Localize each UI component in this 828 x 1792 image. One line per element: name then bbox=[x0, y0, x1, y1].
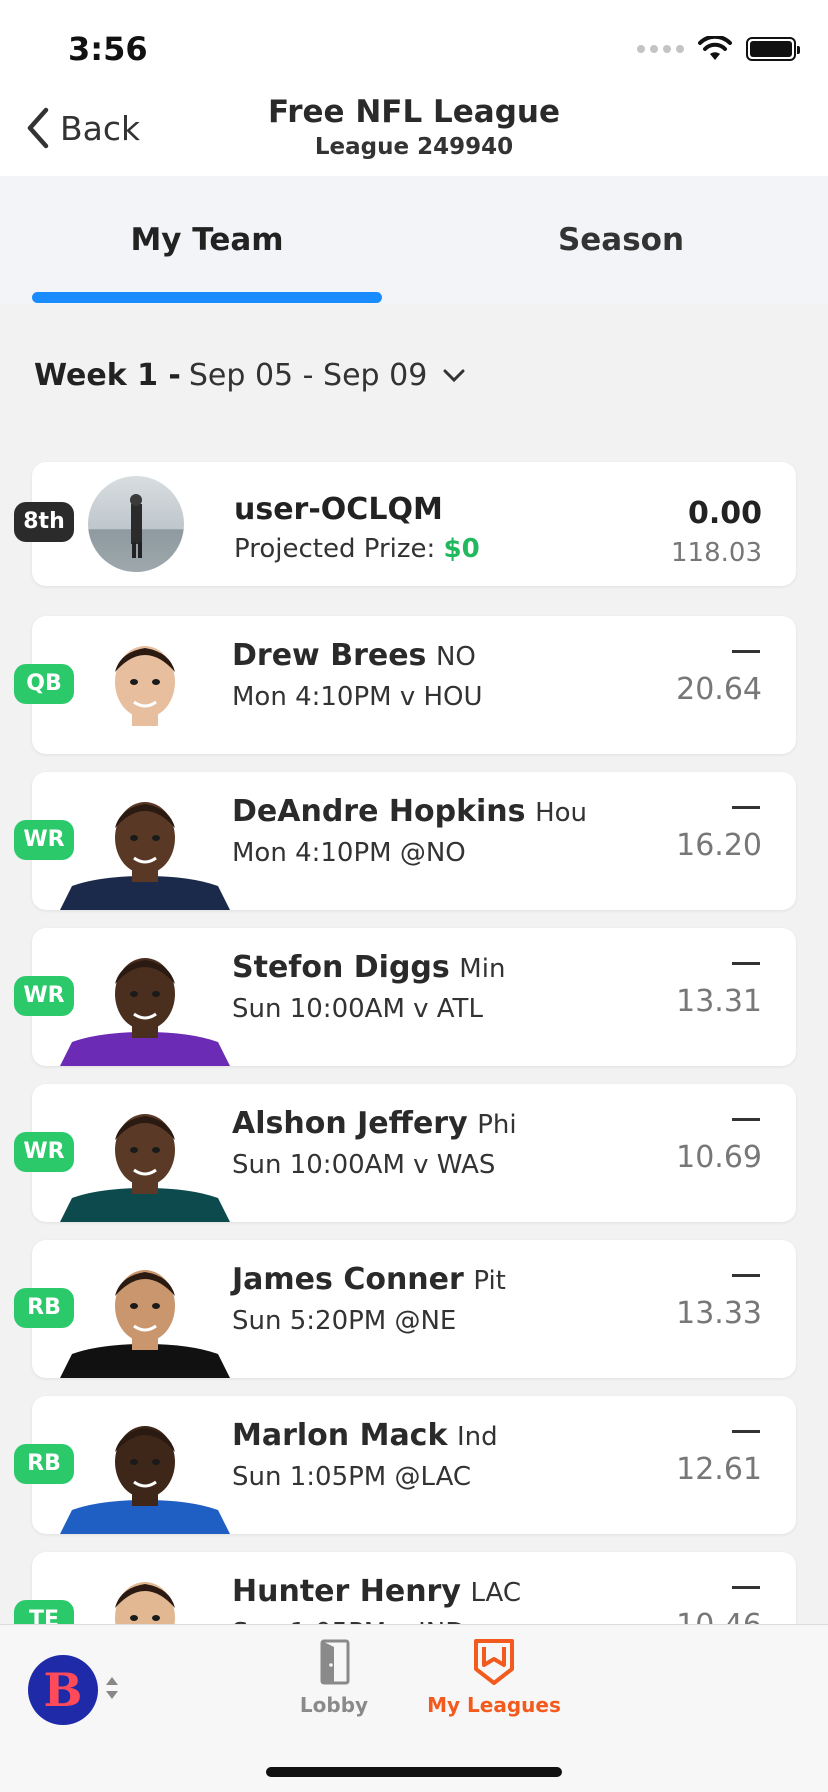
tab-indicator bbox=[32, 292, 382, 303]
nav-my-leagues-label: My Leagues bbox=[427, 1693, 561, 1717]
username: user-OCLQM bbox=[234, 492, 443, 527]
player-card[interactable]: TEHunter Henry LACSun 1:05PM v IND10.46 bbox=[14, 1552, 796, 1624]
page-title: Free NFL League bbox=[268, 94, 560, 130]
player-team: NO bbox=[435, 642, 476, 672]
player-card[interactable]: RB James Conner Pit Sun 5:20PM @NE 13.33 bbox=[14, 1240, 796, 1378]
player-name: DeAndre Hopkins bbox=[232, 794, 526, 829]
player-name-line: Marlon Mack Ind bbox=[232, 1418, 498, 1453]
player-projection: 13.31 bbox=[676, 984, 762, 1019]
player-name-line: Stefon Diggs Min bbox=[232, 950, 505, 985]
player-card[interactable]: QB Drew Brees NO Mon 4:10PM v HOU 20.64 bbox=[14, 616, 796, 754]
player-photo bbox=[60, 790, 230, 910]
projected-prize: Projected Prize: $0 bbox=[234, 534, 480, 564]
player-score bbox=[732, 1586, 760, 1589]
player-score bbox=[732, 1274, 760, 1277]
player-name-line: DeAndre Hopkins Hou bbox=[232, 794, 587, 829]
player-projection: 10.46 bbox=[676, 1608, 762, 1624]
player-photo bbox=[60, 1258, 230, 1378]
player-score bbox=[732, 806, 760, 809]
status-time: 3:56 bbox=[68, 30, 148, 68]
player-photo bbox=[60, 634, 230, 754]
rank-badge: 8th bbox=[14, 502, 74, 542]
user-card[interactable]: 8th user-OCLQM Projected Prize: $0 0.00 … bbox=[14, 462, 796, 586]
player-name-line: Alshon Jeffery Phi bbox=[232, 1106, 517, 1141]
player-team: LAC bbox=[470, 1578, 522, 1608]
player-game: Sun 10:00AM v ATL bbox=[232, 994, 483, 1024]
player-name: Hunter Henry bbox=[232, 1574, 461, 1609]
wifi-icon bbox=[698, 36, 732, 60]
player-card[interactable]: RB Marlon Mack Ind Sun 1:05PM @LAC 12.61 bbox=[14, 1396, 796, 1534]
player-score bbox=[732, 650, 760, 653]
avatar bbox=[88, 476, 184, 572]
page-subtitle: League 249940 bbox=[314, 134, 514, 160]
status-icons bbox=[637, 36, 800, 62]
player-projection: 12.61 bbox=[676, 1452, 762, 1487]
user-projected-score: 118.03 bbox=[671, 538, 762, 568]
status-bar: 3:56 bbox=[0, 0, 828, 88]
brand-logo[interactable]: B bbox=[28, 1655, 98, 1725]
player-photo bbox=[60, 1414, 230, 1534]
week-dates: Sep 05 - Sep 09 bbox=[188, 358, 428, 393]
player-photo bbox=[60, 1570, 230, 1624]
nav-lobby[interactable]: Lobby bbox=[264, 1637, 404, 1717]
week-label: Week 1 - bbox=[34, 358, 181, 393]
player-game: Mon 4:10PM v HOU bbox=[232, 682, 483, 712]
player-game: Sun 5:20PM @NE bbox=[232, 1306, 457, 1336]
player-team: Ind bbox=[456, 1422, 498, 1452]
week-selector[interactable]: Week 1 - Sep 05 - Sep 09 bbox=[34, 358, 467, 393]
player-game: Sun 1:05PM @LAC bbox=[232, 1462, 472, 1492]
prize-value: $0 bbox=[443, 534, 480, 564]
player-score bbox=[732, 1118, 760, 1121]
nav-my-leagues[interactable]: My Leagues bbox=[424, 1637, 564, 1717]
player-photo bbox=[60, 946, 230, 1066]
shield-icon bbox=[474, 1639, 514, 1685]
player-projection: 13.33 bbox=[676, 1296, 762, 1331]
player-projection: 10.69 bbox=[676, 1140, 762, 1175]
player-card[interactable]: WR Stefon Diggs Min Sun 10:00AM v ATL 13.31 bbox=[14, 928, 796, 1066]
player-score bbox=[732, 962, 760, 965]
team-content: Week 1 - Sep 05 - Sep 09 8th user-OCLQM … bbox=[0, 304, 828, 1624]
user-score: 0.00 bbox=[687, 496, 762, 531]
player-score bbox=[732, 1430, 760, 1433]
player-team: Pit bbox=[473, 1266, 506, 1296]
battery-icon bbox=[746, 37, 800, 61]
nav-header: Back Free NFL League League 249940 bbox=[0, 88, 828, 176]
player-name-line: Drew Brees NO bbox=[232, 638, 476, 673]
player-name: James Conner bbox=[232, 1262, 464, 1297]
sort-arrows-icon[interactable] bbox=[104, 1675, 120, 1701]
door-icon bbox=[320, 1639, 350, 1685]
player-projection: 16.20 bbox=[676, 828, 762, 863]
player-game: Mon 4:10PM @NO bbox=[232, 838, 466, 868]
player-team: Min bbox=[459, 954, 506, 984]
player-projection: 20.64 bbox=[676, 672, 762, 707]
player-name: Stefon Diggs bbox=[232, 950, 450, 985]
player-card[interactable]: WR Alshon Jeffery Phi Sun 10:00AM v WAS 10.… bbox=[14, 1084, 796, 1222]
player-name-line: James Conner Pit bbox=[232, 1262, 506, 1297]
player-team: Phi bbox=[477, 1110, 517, 1140]
nav-lobby-label: Lobby bbox=[299, 1693, 369, 1717]
prize-label: Projected Prize: bbox=[234, 534, 436, 564]
player-card[interactable]: WR DeAndre Hopkins Hou Mon 4:10PM @NO 16.20 bbox=[14, 772, 796, 910]
signal-icon bbox=[637, 45, 684, 53]
player-game: Sun 10:00AM v WAS bbox=[232, 1150, 496, 1180]
player-photo bbox=[60, 1102, 230, 1222]
player-name: Marlon Mack bbox=[232, 1418, 448, 1453]
chevron-down-icon bbox=[443, 369, 465, 382]
player-name: Drew Brees bbox=[232, 638, 427, 673]
tab-my-team[interactable]: My Team bbox=[0, 176, 414, 304]
tab-season[interactable]: Season bbox=[414, 176, 828, 304]
tab-bar: My Team Season bbox=[0, 176, 828, 304]
player-name-line: Hunter Henry LAC bbox=[232, 1574, 521, 1609]
player-name: Alshon Jeffery bbox=[232, 1106, 468, 1141]
player-team: Hou bbox=[535, 798, 588, 828]
home-indicator bbox=[266, 1767, 562, 1777]
bottom-nav: B Lobby My Leagues bbox=[0, 1624, 828, 1792]
